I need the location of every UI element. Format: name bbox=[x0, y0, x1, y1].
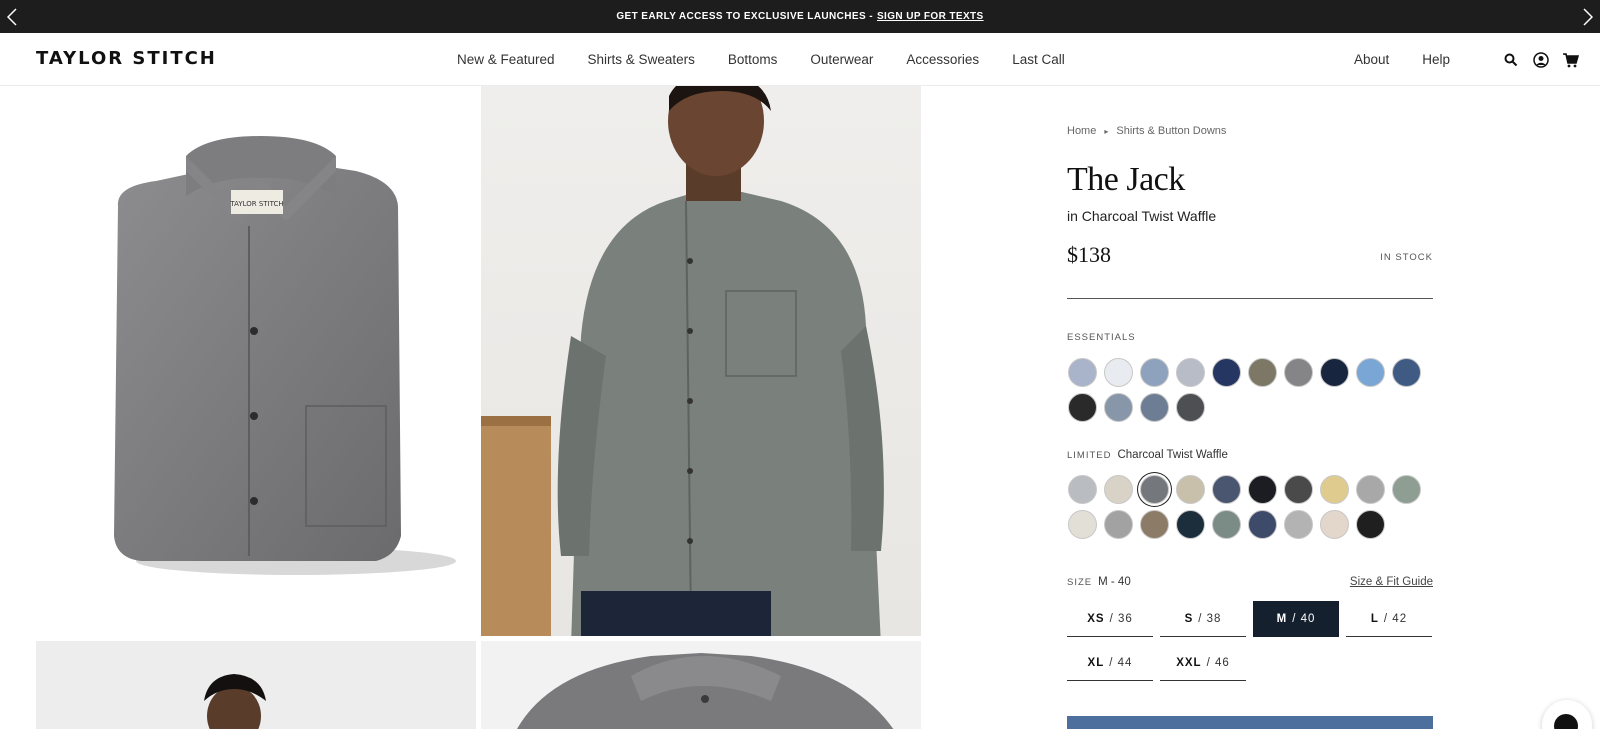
limited-swatch-15[interactable] bbox=[1212, 510, 1241, 539]
divider bbox=[1067, 298, 1433, 299]
add-to-cart-button[interactable] bbox=[1067, 716, 1433, 729]
nav-bottoms[interactable]: Bottoms bbox=[728, 52, 778, 67]
size-number: / 38 bbox=[1198, 612, 1222, 625]
limited-swatch-12[interactable] bbox=[1104, 510, 1133, 539]
essentials-swatch-5[interactable] bbox=[1212, 358, 1241, 387]
essentials-swatch-3[interactable] bbox=[1140, 358, 1169, 387]
cart-icon[interactable] bbox=[1562, 51, 1580, 69]
stock-status: IN STOCK bbox=[1380, 252, 1433, 263]
search-icon[interactable] bbox=[1502, 51, 1520, 69]
size-option-xs[interactable]: XS / 36 bbox=[1067, 601, 1153, 637]
essentials-swatch-8[interactable] bbox=[1320, 358, 1349, 387]
nav-last-call[interactable]: Last Call bbox=[1012, 52, 1065, 67]
nav-new-featured[interactable]: New & Featured bbox=[457, 52, 555, 67]
size-options: XS / 36 S / 38 M / 40 L / 42 XL / 44 XXL / 46 bbox=[1067, 601, 1437, 681]
size-letter: M bbox=[1276, 612, 1288, 625]
nav-help[interactable]: Help bbox=[1422, 52, 1450, 67]
limited-swatch-16[interactable] bbox=[1248, 510, 1277, 539]
essentials-swatch-13[interactable] bbox=[1140, 393, 1169, 422]
chevron-right-icon[interactable] bbox=[1578, 5, 1598, 29]
size-option-xxl[interactable]: XXL / 46 bbox=[1160, 645, 1246, 681]
essentials-swatch-4[interactable] bbox=[1176, 358, 1205, 387]
logo[interactable]: TAYLOR STITCH bbox=[36, 48, 217, 69]
breadcrumb: Home ▸ Shirts & Button Downs bbox=[1067, 125, 1226, 137]
size-number: / 40 bbox=[1292, 612, 1316, 625]
essentials-swatch-2[interactable] bbox=[1104, 358, 1133, 387]
product-price: $138 bbox=[1067, 242, 1111, 267]
product-gallery: TAYLOR STITCH bbox=[0, 86, 930, 729]
product-title: The Jack bbox=[1067, 161, 1185, 198]
limited-swatch-13[interactable] bbox=[1140, 510, 1169, 539]
site-header: TAYLOR STITCH New & Featured Shirts & Sw… bbox=[0, 33, 1600, 86]
size-number: / 44 bbox=[1109, 656, 1133, 669]
essentials-swatch-11[interactable] bbox=[1068, 393, 1097, 422]
limited-swatch-2[interactable] bbox=[1104, 475, 1133, 504]
main-nav: New & Featured Shirts & Sweaters Bottoms… bbox=[457, 33, 1098, 86]
product-image-folded-shirt[interactable]: TAYLOR STITCH bbox=[36, 86, 476, 636]
announcement-text: GET EARLY ACCESS TO EXCLUSIVE LAUNCHES - bbox=[616, 11, 873, 22]
essentials-swatch-7[interactable] bbox=[1284, 358, 1313, 387]
limited-swatch-5[interactable] bbox=[1212, 475, 1241, 504]
size-letter: L bbox=[1370, 612, 1379, 625]
header-icons bbox=[1502, 51, 1580, 69]
size-header: SIZE M - 40 Size & Fit Guide bbox=[1067, 576, 1433, 588]
nav-accessories[interactable]: Accessories bbox=[906, 52, 979, 67]
essentials-swatch-10[interactable] bbox=[1392, 358, 1421, 387]
limited-label: LIMITED Charcoal Twist Waffle bbox=[1067, 449, 1228, 461]
breadcrumb-home[interactable]: Home bbox=[1067, 125, 1096, 137]
limited-swatch-17[interactable] bbox=[1284, 510, 1313, 539]
limited-swatch-14[interactable] bbox=[1176, 510, 1205, 539]
limited-swatch-10[interactable] bbox=[1392, 475, 1421, 504]
chat-icon bbox=[1554, 714, 1578, 729]
essentials-swatch-1[interactable] bbox=[1068, 358, 1097, 387]
selected-color-name: Charcoal Twist Waffle bbox=[1117, 449, 1228, 461]
essentials-swatch-14[interactable] bbox=[1176, 393, 1205, 422]
size-option-l[interactable]: L / 42 bbox=[1346, 601, 1432, 637]
account-icon[interactable] bbox=[1532, 51, 1550, 69]
product-color-subtitle: in Charcoal Twist Waffle bbox=[1067, 208, 1217, 224]
limited-swatch-3[interactable] bbox=[1140, 475, 1169, 504]
product-image-model-front[interactable] bbox=[481, 86, 921, 636]
essentials-swatches bbox=[1068, 358, 1434, 422]
limited-swatch-4[interactable] bbox=[1176, 475, 1205, 504]
limited-swatch-9[interactable] bbox=[1356, 475, 1385, 504]
limited-swatches bbox=[1068, 475, 1434, 539]
essentials-swatch-12[interactable] bbox=[1104, 393, 1133, 422]
size-number: / 42 bbox=[1383, 612, 1408, 625]
size-number: / 46 bbox=[1206, 656, 1230, 669]
size-option-xl[interactable]: XL / 44 bbox=[1067, 645, 1153, 681]
essentials-swatch-6[interactable] bbox=[1248, 358, 1277, 387]
product-image-model-seated[interactable] bbox=[36, 641, 476, 729]
announcement-link[interactable]: SIGN UP FOR TEXTS bbox=[877, 11, 984, 22]
svg-text:TAYLOR STITCH: TAYLOR STITCH bbox=[229, 200, 283, 208]
size-letter: S bbox=[1184, 612, 1194, 625]
limited-swatch-1[interactable] bbox=[1068, 475, 1097, 504]
size-letter: XL bbox=[1087, 656, 1105, 669]
nav-outerwear[interactable]: Outerwear bbox=[810, 52, 873, 67]
essentials-swatch-9[interactable] bbox=[1356, 358, 1385, 387]
limited-swatch-6[interactable] bbox=[1248, 475, 1277, 504]
limited-swatch-8[interactable] bbox=[1320, 475, 1349, 504]
chat-button[interactable] bbox=[1542, 700, 1592, 729]
size-number: / 36 bbox=[1109, 612, 1133, 625]
limited-swatch-11[interactable] bbox=[1068, 510, 1097, 539]
size-fit-guide-link[interactable]: Size & Fit Guide bbox=[1350, 576, 1433, 588]
chevron-left-icon[interactable] bbox=[2, 5, 22, 29]
limited-swatch-18[interactable] bbox=[1320, 510, 1349, 539]
size-option-s[interactable]: S / 38 bbox=[1160, 601, 1246, 637]
announcement-bar: GET EARLY ACCESS TO EXCLUSIVE LAUNCHES -… bbox=[0, 0, 1600, 33]
nav-shirts-sweaters[interactable]: Shirts & Sweaters bbox=[588, 52, 695, 67]
size-letter: XS bbox=[1087, 612, 1105, 625]
utility-nav: About Help bbox=[1321, 33, 1450, 86]
selected-size: M - 40 bbox=[1098, 576, 1131, 588]
essentials-label: ESSENTIALS bbox=[1067, 332, 1136, 343]
limited-swatch-19[interactable] bbox=[1356, 510, 1385, 539]
size-option-m[interactable]: M / 40 bbox=[1253, 601, 1339, 637]
product-image-collar-detail[interactable] bbox=[481, 641, 921, 729]
chevron-right-icon: ▸ bbox=[1104, 126, 1109, 136]
size-letter: XXL bbox=[1176, 656, 1202, 669]
nav-about[interactable]: About bbox=[1354, 52, 1389, 67]
breadcrumb-category[interactable]: Shirts & Button Downs bbox=[1116, 125, 1226, 137]
limited-swatch-7[interactable] bbox=[1284, 475, 1313, 504]
